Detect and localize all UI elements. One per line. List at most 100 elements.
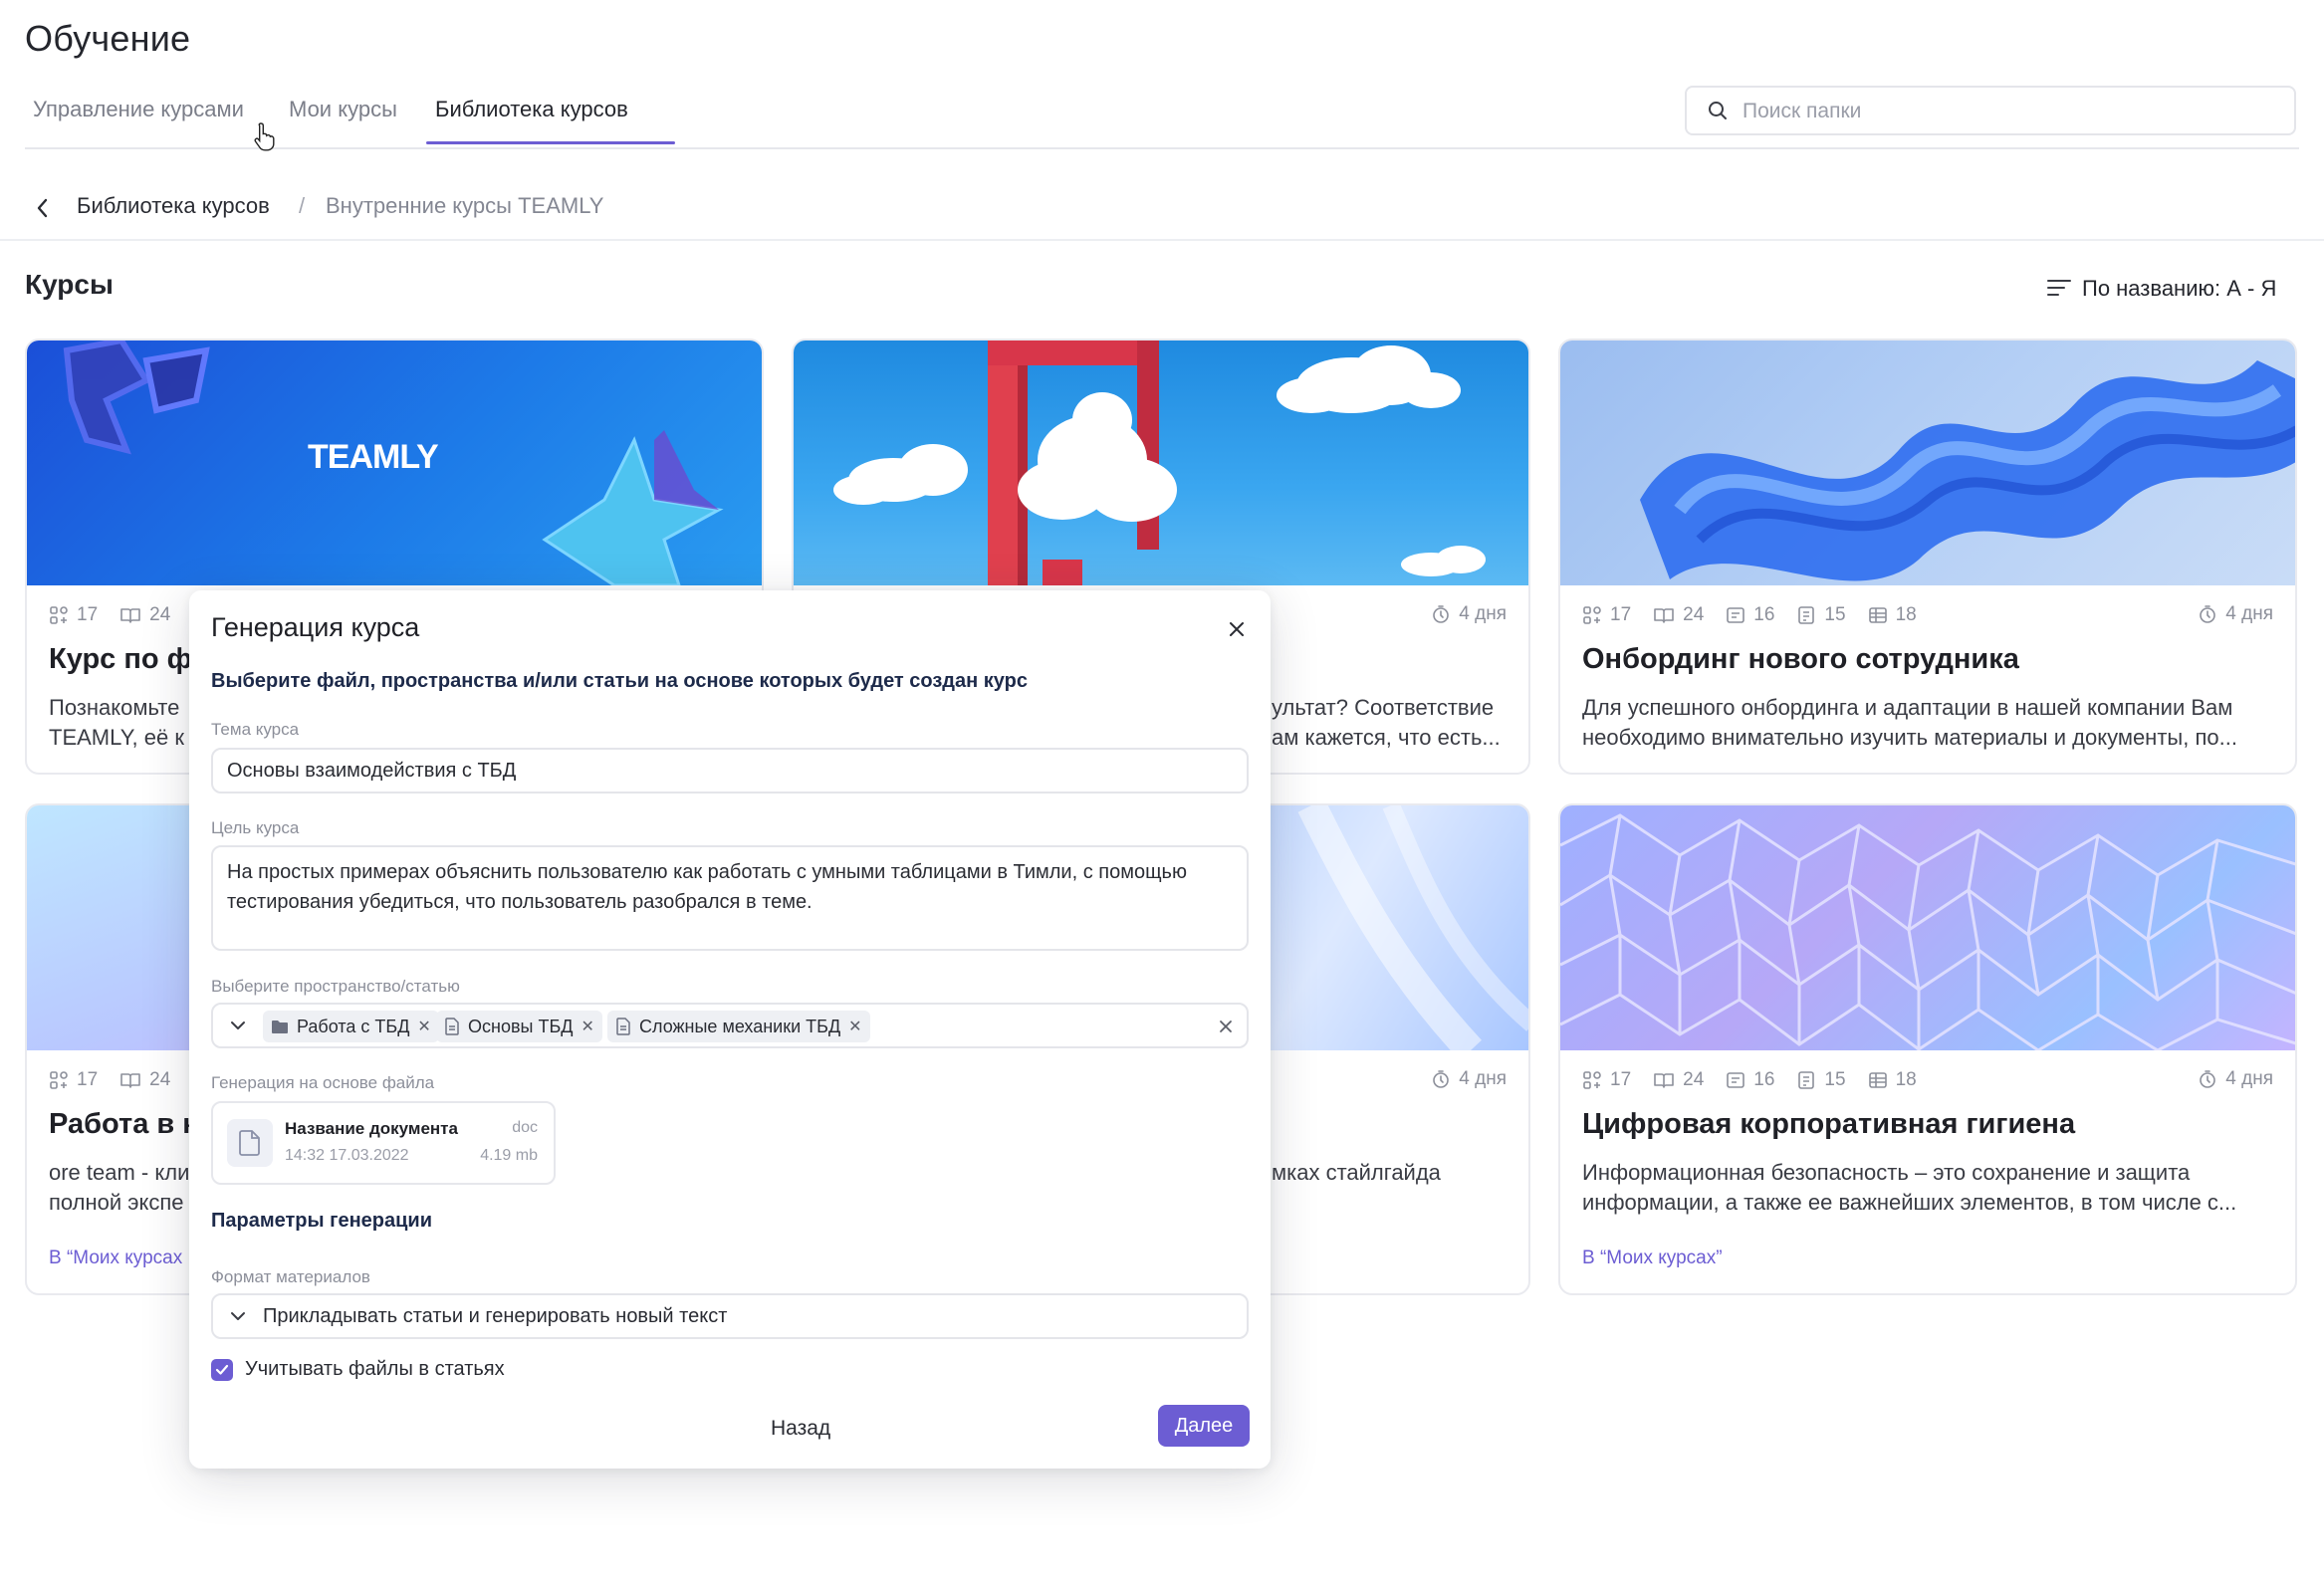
space-chip: Сложные механики ТБД ✕ — [607, 1011, 870, 1042]
back-button[interactable]: Назад — [771, 1417, 830, 1441]
course-description-line: Информационная безопасность – это сохран… — [1582, 1160, 2191, 1185]
stat-articles: 24 — [149, 604, 171, 625]
modules-icon — [1583, 1071, 1601, 1089]
file-size: 4.19 mb — [480, 1147, 538, 1164]
chip-label: Работа с ТБД — [297, 1016, 410, 1036]
space-select[interactable]: Работа с ТБД ✕ Основы ТБД ✕ Сложные меха… — [211, 1003, 1249, 1048]
cards-icon — [1727, 607, 1745, 623]
space-label: Выберите пространство/статью — [211, 977, 460, 996]
breadcrumb-separator: / — [299, 193, 306, 218]
search-input[interactable] — [1741, 96, 2272, 127]
stat-articles: 24 — [1683, 1069, 1705, 1090]
in-my-courses-link[interactable]: В “Моих курсах” — [1582, 1248, 1723, 1269]
space-chip: Работа с ТБД ✕ — [263, 1011, 439, 1042]
stat-cards: 16 — [1753, 1069, 1775, 1090]
stat-articles: 24 — [149, 1069, 171, 1090]
timer-icon — [1433, 605, 1450, 623]
chevron-down-icon[interactable] — [229, 1019, 247, 1032]
book-icon — [120, 608, 140, 623]
book-icon — [1654, 1073, 1674, 1088]
format-label: Формат материалов — [211, 1267, 370, 1286]
course-description: Информационная безопасность – это сохран… — [1582, 1158, 2275, 1218]
sort-label: По названию: А - Я — [2082, 276, 2277, 301]
course-title: Цифровая корпоративная гигиена — [1582, 1108, 2076, 1140]
course-duration: 4 дня — [2198, 603, 2273, 625]
table-icon — [1868, 607, 1887, 623]
search-icon — [1709, 102, 1727, 119]
cards-icon — [1727, 1072, 1745, 1088]
tab-my-courses[interactable]: Мои курсы — [289, 97, 397, 122]
topic-field[interactable]: Основы взаимодействия с ТБД — [211, 748, 1249, 794]
course-duration: 4 дня — [1431, 603, 1507, 625]
format-select[interactable]: Прикладывать статьи и генерировать новый… — [211, 1293, 1249, 1339]
sort-icon — [2047, 280, 2071, 296]
chevron-down-icon[interactable] — [229, 1309, 247, 1323]
folder-search[interactable] — [1685, 86, 2296, 135]
goal-field[interactable]: На простых примерах объяснить пользовате… — [211, 845, 1249, 951]
close-icon[interactable] — [1228, 620, 1246, 638]
file-label: Генерация на основе файла — [211, 1073, 435, 1092]
course-stats: 17 24 — [49, 603, 192, 627]
course-duration: 4 дня — [2198, 1068, 2273, 1090]
topic-value: Основы взаимодействия с ТБД — [227, 760, 517, 782]
space-chip: Основы ТБД ✕ — [436, 1011, 602, 1042]
next-button[interactable]: Далее — [1158, 1405, 1250, 1447]
consider-files-checkbox[interactable] — [211, 1359, 233, 1381]
file-date: 14:32 17.03.2022 — [285, 1147, 409, 1164]
course-generation-dialog: Генерация курса Выберите файл, пространс… — [189, 590, 1271, 1469]
params-title: Параметры генерации — [211, 1210, 433, 1232]
course-card[interactable]: 17 24 16 15 18 4 дня Онбординг нового со… — [1558, 339, 2297, 775]
course-cover: TEAMLY — [27, 340, 762, 585]
attached-file[interactable]: Название документа 14:32 17.03.2022 doc … — [211, 1101, 556, 1185]
in-my-courses-link[interactable]: В “Моих курсах — [49, 1248, 182, 1269]
chip-label: Основы ТБД — [468, 1016, 574, 1036]
book-icon — [1654, 608, 1674, 623]
check-icon — [215, 1364, 229, 1375]
chip-remove-icon[interactable]: ✕ — [417, 1017, 430, 1036]
timer-icon — [2200, 1070, 2216, 1088]
file-extension: doc — [512, 1119, 538, 1136]
course-card[interactable]: 17 24 16 15 18 4 дня Цифровая корпоратив… — [1558, 803, 2297, 1295]
stat-modules: 17 — [1610, 604, 1632, 625]
course-title: Работа в к — [49, 1108, 197, 1140]
page-title: Обучение — [25, 18, 191, 59]
goal-textarea[interactable]: На простых примерах объяснить пользовате… — [227, 857, 1228, 939]
cover-logo-text: TEAMLY — [308, 438, 439, 476]
active-tab-indicator — [426, 141, 675, 144]
tests-icon — [1798, 606, 1815, 624]
chip-remove-icon[interactable]: ✕ — [848, 1017, 861, 1036]
breadcrumb: Библиотека курсов / Внутренние курсы TEA… — [0, 177, 2324, 241]
course-description: ультат? Соответствие ам кажется, что ест… — [1272, 693, 1511, 753]
book-icon — [120, 1073, 140, 1088]
modules-icon — [50, 606, 68, 624]
file-icon — [227, 1119, 273, 1167]
course-description-line: Для успешного онбординга и адаптации в н… — [1582, 695, 2233, 720]
tab-course-library[interactable]: Библиотека курсов — [435, 97, 628, 122]
course-title: Онбординг нового сотрудника — [1582, 643, 2019, 675]
timer-icon — [2200, 605, 2216, 623]
stat-modules: 17 — [77, 1069, 99, 1090]
course-description-line: информации, а также ее важнейших элемент… — [1582, 1190, 2237, 1215]
course-description-line: ам кажется, что есть... — [1272, 725, 1501, 750]
folder-icon — [272, 1021, 288, 1033]
tab-course-management[interactable]: Управление курсами — [33, 97, 244, 122]
document-icon — [616, 1018, 630, 1035]
stat-modules: 17 — [1610, 1069, 1632, 1090]
modules-icon — [50, 1071, 68, 1089]
goal-label: Цель курса — [211, 818, 300, 837]
modules-icon — [1583, 606, 1601, 624]
chevron-left-icon[interactable] — [34, 195, 52, 221]
course-description: Для успешного онбординга и адаптации в н… — [1582, 693, 2275, 753]
chip-remove-icon[interactable]: ✕ — [581, 1017, 593, 1036]
breadcrumb-item-current: Внутренние курсы TEAMLY — [326, 193, 604, 218]
table-icon — [1868, 1072, 1887, 1088]
course-description-line: мках стайлгайда — [1272, 1160, 1441, 1185]
stat-modules: 17 — [77, 604, 99, 625]
breadcrumb-item-library[interactable]: Библиотека курсов — [77, 193, 270, 219]
section-title: Курсы — [25, 269, 114, 300]
tests-icon — [1798, 1071, 1815, 1089]
course-duration: 4 дня — [1431, 1068, 1507, 1090]
stat-articles: 24 — [1683, 604, 1705, 625]
format-value: Прикладывать статьи и генерировать новый… — [263, 1305, 728, 1327]
clear-icon[interactable] — [1219, 1020, 1233, 1033]
